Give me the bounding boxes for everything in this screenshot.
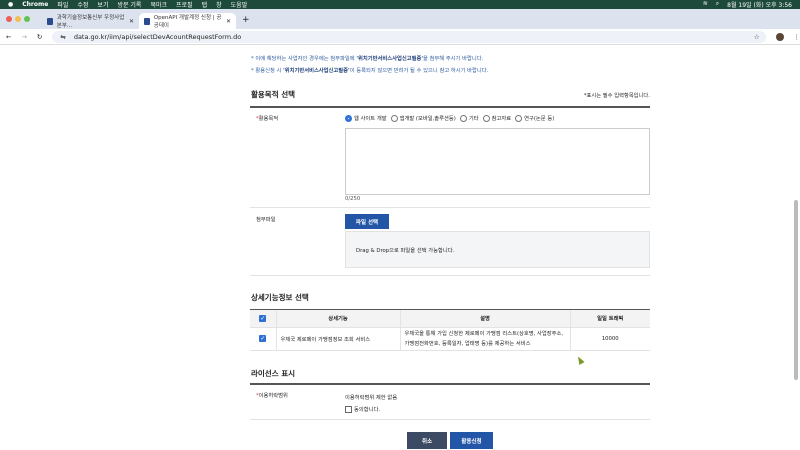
divider: [250, 207, 650, 208]
row-checkbox[interactable]: ✓: [250, 327, 276, 351]
url-text: data.go.kr/iim/api/selectDevAcountReques…: [73, 32, 242, 41]
select-all-checkbox[interactable]: ✓: [250, 310, 276, 328]
divider: [250, 275, 650, 276]
radio-etc[interactable]: 기타: [459, 114, 479, 122]
menu-file[interactable]: 파일: [57, 0, 68, 9]
menu-history[interactable]: 방문 기록: [117, 0, 141, 9]
description-cell: 우체국을 통해 가입 신청한 제로페이 가맹점 리스트(상호명, 사업장주소, 가…: [399, 327, 570, 351]
menu-app[interactable]: Chrome: [22, 1, 48, 8]
file-select-button[interactable]: 파일 선택: [345, 214, 389, 229]
license-label: *이용허락범위: [256, 393, 288, 399]
radio-web[interactable]: 웹 사이트 개발: [345, 114, 387, 122]
scrollbar-thumb[interactable]: [794, 200, 798, 380]
apply-button[interactable]: 활용신청: [450, 432, 493, 449]
maximize-window-icon[interactable]: [24, 16, 30, 22]
cancel-button[interactable]: 취소: [407, 432, 447, 449]
reload-icon[interactable]: ↻: [37, 33, 42, 41]
license-value: 이용허락범위 제한 없음: [345, 395, 398, 401]
url-field[interactable]: ⇋ data.go.kr/iim/api/selectDevAcountReque…: [52, 30, 766, 43]
profile-avatar[interactable]: [775, 32, 784, 41]
menu-view[interactable]: 보기: [97, 0, 108, 9]
clock[interactable]: 8월 19일 (화) 오후 3:56: [727, 0, 792, 9]
checkbox-box[interactable]: [345, 405, 352, 413]
divider: [250, 383, 650, 385]
close-window-icon[interactable]: [6, 16, 12, 22]
divider: [250, 106, 650, 108]
favicon-icon: [144, 17, 150, 25]
menu-bookmarks[interactable]: 북마크: [150, 0, 167, 9]
apple-icon[interactable]: ●: [8, 1, 13, 8]
menu-profile[interactable]: 프로필: [176, 0, 193, 9]
radio-app[interactable]: 앱개발 (모바일,솔루션등): [390, 114, 456, 122]
purpose-radio-group: 웹 사이트 개발 앱개발 (모바일,솔루션등) 기타 참고자료 연구(논문 등): [345, 114, 558, 122]
divider: [250, 419, 650, 420]
menu-window[interactable]: 창: [216, 0, 222, 9]
close-tab-icon[interactable]: ✕: [129, 18, 134, 25]
header-feature: 상세기능: [275, 310, 400, 328]
purpose-textarea[interactable]: [345, 128, 650, 195]
minimize-window-icon[interactable]: [15, 16, 21, 22]
tab-1[interactable]: 과학기술정보통신부 우정사업본부... ✕: [42, 13, 139, 29]
license-section-title: 라이선스 표시: [251, 369, 296, 378]
tab-title: OpenAPI 개발계정 신청 | 공공데이: [153, 15, 222, 29]
agree-checkbox[interactable]: 동의합니다.: [345, 405, 380, 413]
tab-bar: 과학기술정보통신부 우정사업본부... ✕ OpenAPI 개발계정 신청 | 공…: [0, 9, 800, 29]
purpose-label: *활용목적: [256, 116, 279, 122]
tab-title: 과학기술정보통신부 우정사업본부...: [56, 15, 125, 29]
header-description: 설명: [399, 310, 570, 328]
wifi-icon[interactable]: ≋: [703, 0, 708, 9]
mouse-cursor-icon: [575, 355, 585, 365]
purpose-section-title: 활용목적 선택: [251, 90, 296, 99]
new-tab-icon[interactable]: +: [242, 15, 250, 25]
more-menu-icon[interactable]: ⋮: [794, 33, 800, 41]
menu-edit[interactable]: 수정: [77, 0, 88, 9]
header-traffic: 일일 트래픽: [569, 310, 650, 328]
favicon-icon: [47, 17, 53, 25]
file-drop-zone[interactable]: Drag & Drop으로 파일을 선택 가능합니다.: [345, 231, 650, 268]
attachment-label: 첨부파일: [256, 217, 276, 223]
notice-1: * 이에 해당하는 사업자인 경우에는 첨부파일에 '위치기반서비스사업신고필증…: [251, 56, 484, 62]
back-icon[interactable]: ←: [6, 33, 11, 41]
radio-reference[interactable]: 참고자료: [482, 114, 511, 122]
menu-help[interactable]: 도움말: [231, 0, 248, 9]
radio-research[interactable]: 연구(논문 등): [515, 114, 554, 122]
menu-tab[interactable]: 탭: [202, 0, 208, 9]
feature-cell: 우체국 제로페이 가맹점정보 조회 서비스: [275, 327, 400, 351]
required-note: *표시는 필수 입력항목입니다.: [583, 93, 650, 99]
mac-menubar: ● Chrome 파일 수정 보기 방문 기록 북마크 프로필 탭 창 도움말 …: [0, 0, 800, 9]
notice-2: * 활용신청 시 '위치기반서비스사업신고필증'이 등록되지 않으면 반려가 될…: [251, 68, 489, 74]
bookmark-star-icon[interactable]: ☆: [754, 33, 760, 41]
tab-2[interactable]: OpenAPI 개발계정 신청 | 공공데이 ✕: [139, 13, 236, 29]
forward-icon[interactable]: →: [21, 33, 26, 41]
search-icon[interactable]: ⌕: [716, 0, 719, 9]
drop-text: Drag & Drop으로 파일을 선택 가능합니다.: [356, 247, 455, 254]
table-header: ✓ 상세기능 설명 일일 트래픽: [250, 310, 650, 328]
detail-table: ✓ 상세기능 설명 일일 트래픽 ✓ 우체국 제로페이 가맹점정보 조회 서비스…: [250, 310, 650, 351]
address-bar-row: ← → ↻ ⇋ data.go.kr/iim/api/selectDevAcoun…: [0, 29, 800, 45]
detail-section-title: 상세기능정보 선택: [251, 293, 309, 302]
traffic-cell: 10000: [569, 327, 650, 351]
char-counter: 0/250: [345, 196, 361, 202]
site-settings-icon[interactable]: ⇋: [60, 33, 65, 41]
close-tab-icon[interactable]: ✕: [226, 18, 231, 25]
table-row: ✓ 우체국 제로페이 가맹점정보 조회 서비스 우체국을 통해 가입 신청한 제…: [250, 327, 650, 351]
